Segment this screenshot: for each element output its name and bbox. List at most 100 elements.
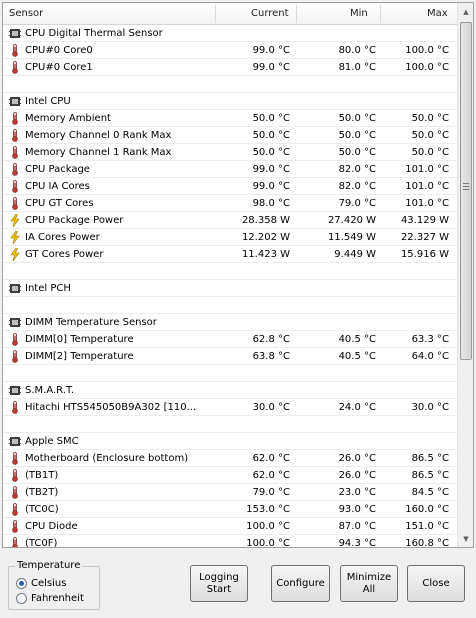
temperature-unit-group: Temperature Celsius Fahrenheit	[8, 560, 100, 610]
radio-selected-icon[interactable]	[16, 577, 27, 589]
thermometer-icon	[9, 61, 21, 74]
scroll-up-arrow-icon[interactable]: ▲	[458, 3, 473, 20]
minimize-all-button[interactable]: Minimize All	[340, 565, 398, 602]
blank-row[interactable]	[3, 297, 458, 314]
sensor-row[interactable]: CPU Package 99.0 °C 82.0 °C 101.0 °C	[3, 161, 458, 178]
sensor-row[interactable]: IA Cores Power 12.202 W 11.549 W 22.327 W	[3, 229, 458, 246]
sensor-row[interactable]: (TC0F) 100.0 °C 94.3 °C 160.8 °C	[3, 535, 458, 548]
thermometer-icon	[9, 452, 21, 465]
sensor-row[interactable]: (TB2T) 79.0 °C 23.0 °C 84.5 °C	[3, 484, 458, 501]
blank-row[interactable]	[3, 416, 458, 433]
max-column-header[interactable]: Max	[427, 3, 448, 25]
scrollbar-thumb[interactable]	[460, 22, 472, 360]
sensor-name: CPU Package	[25, 164, 90, 175]
max-value: 63.3 °C	[411, 334, 449, 345]
sensor-name: CPU Digital Thermal Sensor	[25, 28, 163, 39]
sensor-name: CPU Diode	[25, 521, 78, 532]
sensor-row[interactable]: CPU#0 Core1 99.0 °C 81.0 °C 100.0 °C	[3, 59, 458, 76]
sensor-group-row[interactable]: Apple SMC	[3, 433, 458, 450]
sensor-group-row[interactable]: CPU Digital Thermal Sensor	[3, 25, 458, 42]
thermometer-icon	[9, 503, 21, 516]
current-value: 11.423 W	[241, 249, 290, 260]
sensor-name: IA Cores Power	[25, 232, 100, 243]
sensor-name: CPU#0 Core1	[25, 62, 93, 73]
current-value: 99.0 °C	[252, 45, 290, 56]
thermometer-icon	[9, 180, 21, 193]
thermometer-icon	[9, 146, 21, 159]
sensor-name: DIMM[2] Temperature	[25, 351, 134, 362]
lightning-bolt-icon	[9, 213, 21, 228]
current-value: 99.0 °C	[252, 62, 290, 73]
min-value: 81.0 °C	[338, 62, 376, 73]
sensor-row[interactable]: CPU Diode 100.0 °C 87.0 °C 151.0 °C	[3, 518, 458, 535]
sensor-row[interactable]: (TB1T) 62.0 °C 26.0 °C 86.5 °C	[3, 467, 458, 484]
blank-row[interactable]	[3, 263, 458, 280]
current-value: 50.0 °C	[252, 147, 290, 158]
blank-row[interactable]	[3, 76, 458, 93]
celsius-radio[interactable]: Celsius	[16, 576, 66, 590]
sensor-row[interactable]: CPU GT Cores 98.0 °C 79.0 °C 101.0 °C	[3, 195, 458, 212]
sensor-name: Memory Channel 0 Rank Max	[25, 130, 172, 141]
min-value: 94.3 °C	[338, 538, 376, 548]
sensor-row[interactable]: Memory Ambient 50.0 °C 50.0 °C 50.0 °C	[3, 110, 458, 127]
column-separator[interactable]	[296, 5, 297, 23]
sensor-row[interactable]: DIMM[2] Temperature 63.8 °C 40.5 °C 64.0 °C	[3, 348, 458, 365]
sensor-group-row[interactable]: DIMM Temperature Sensor	[3, 314, 458, 331]
chip-icon	[9, 384, 21, 397]
fahrenheit-radio[interactable]: Fahrenheit	[16, 591, 84, 605]
chip-icon	[9, 435, 21, 448]
thermometer-icon	[9, 112, 21, 125]
current-column-header[interactable]: Current	[251, 3, 289, 25]
min-value: 50.0 °C	[338, 113, 376, 124]
thermometer-icon	[9, 333, 21, 346]
min-value: 26.0 °C	[338, 453, 376, 464]
sensor-name: (TB1T)	[25, 470, 59, 481]
sensor-name: (TB2T)	[25, 487, 59, 498]
close-button[interactable]: Close	[407, 565, 465, 602]
thermometer-icon	[9, 197, 21, 210]
column-separator[interactable]	[215, 5, 216, 23]
min-column-header[interactable]: Min	[350, 3, 368, 25]
sensor-row[interactable]: Motherboard (Enclosure bottom) 62.0 °C 26.…	[3, 450, 458, 467]
radio-unselected-icon[interactable]	[16, 592, 27, 604]
current-value: 63.8 °C	[252, 351, 290, 362]
sensor-group-row[interactable]: Intel PCH	[3, 280, 458, 297]
min-value: 27.420 W	[327, 215, 376, 226]
sensor-row[interactable]: Memory Channel 0 Rank Max 50.0 °C 50.0 °C 5…	[3, 127, 458, 144]
sensor-column-header[interactable]: Sensor	[9, 3, 43, 25]
column-separator[interactable]	[380, 5, 381, 23]
min-value: 40.5 °C	[338, 334, 376, 345]
current-value: 30.0 °C	[252, 402, 290, 413]
sensor-row[interactable]: Memory Channel 1 Rank Max 50.0 °C 50.0 °C 5…	[3, 144, 458, 161]
sensor-name: Apple SMC	[25, 436, 79, 447]
min-value: 40.5 °C	[338, 351, 376, 362]
current-value: 62.8 °C	[252, 334, 290, 345]
thermometer-icon	[9, 469, 21, 482]
temperature-group-title: Temperature	[15, 560, 83, 571]
scroll-down-arrow-icon[interactable]: ▼	[458, 530, 473, 547]
min-value: 87.0 °C	[338, 521, 376, 532]
grip-icon	[463, 183, 469, 192]
blank-row[interactable]	[3, 365, 458, 382]
sensor-group-row[interactable]: S.M.A.R.T.	[3, 382, 458, 399]
logging-start-button[interactable]: Logging Start	[190, 565, 248, 602]
configure-button[interactable]: Configure	[271, 565, 330, 602]
sensor-row[interactable]: GT Cores Power 11.423 W 9.449 W 15.916 W	[3, 246, 458, 263]
sensor-row[interactable]: CPU#0 Core0 99.0 °C 80.0 °C 100.0 °C	[3, 42, 458, 59]
sensor-row[interactable]: DIMM[0] Temperature 62.8 °C 40.5 °C 63.3 °C	[3, 331, 458, 348]
vertical-scrollbar[interactable]: ▲ ▼	[457, 3, 473, 547]
celsius-label: Celsius	[31, 577, 67, 589]
sensor-name: GT Cores Power	[25, 249, 104, 260]
sensor-row[interactable]: CPU Package Power 28.358 W 27.420 W 43.129 …	[3, 212, 458, 229]
sensor-row[interactable]: Hitachi HTS545050B9A302 [110... 30.0 °C 24…	[3, 399, 458, 416]
thermometer-icon	[9, 163, 21, 176]
current-value: 79.0 °C	[252, 487, 290, 498]
current-value: 100.0 °C	[246, 521, 290, 532]
table-header: Sensor Current Min Max	[3, 3, 458, 25]
current-value: 100.0 °C	[246, 538, 290, 548]
min-value: 24.0 °C	[338, 402, 376, 413]
thermometer-icon	[9, 350, 21, 363]
sensor-group-row[interactable]: Intel CPU	[3, 93, 458, 110]
sensor-row[interactable]: (TC0C) 153.0 °C 93.0 °C 160.0 °C	[3, 501, 458, 518]
sensor-row[interactable]: CPU IA Cores 99.0 °C 82.0 °C 101.0 °C	[3, 178, 458, 195]
